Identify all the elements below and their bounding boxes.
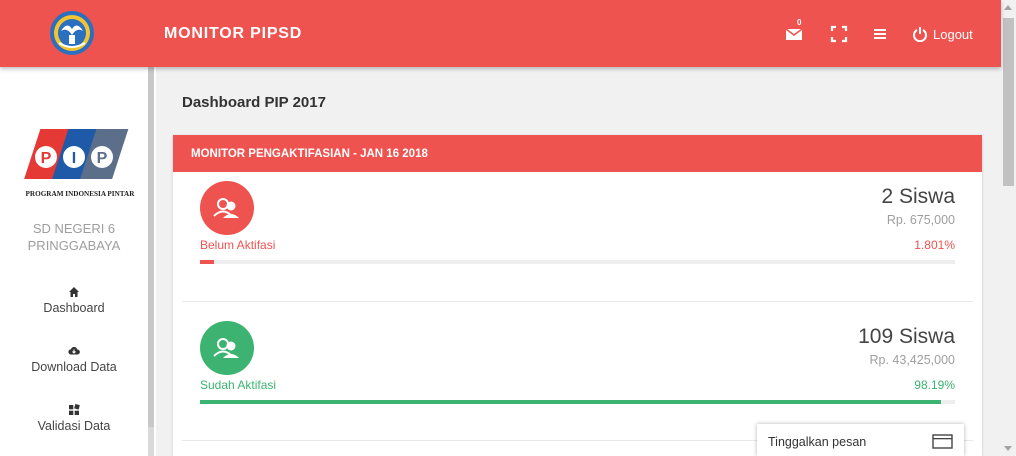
school-name-line-2: PRINGGABAYA	[27, 238, 121, 253]
progress-bar-fill	[200, 400, 942, 404]
progress-bar	[200, 260, 955, 264]
stat-amount: Rp. 43,425,000	[869, 353, 956, 367]
users-icon	[213, 338, 239, 358]
window-icon	[932, 434, 953, 449]
progress-bar	[200, 400, 955, 404]
sidebar-item-label: Download Data	[31, 360, 117, 374]
page-title: Dashboard PIP 2017	[182, 94, 326, 111]
sidebar-item-validasi-data[interactable]: Validasi Data	[0, 404, 148, 433]
stat-percentage: 1.801%	[914, 238, 955, 252]
pip-logo-caption: PROGRAM INDONESIA PINTAR	[26, 190, 136, 198]
chat-widget-label: Tinggalkan pesan	[768, 435, 867, 449]
divider	[182, 301, 973, 302]
stat-icon-circle	[200, 181, 254, 235]
sidebar: P I P PROGRAM INDONESIA PINTAR SD NEGERI…	[0, 67, 156, 456]
logout-label: Logout	[933, 26, 973, 42]
stat-label: Belum Aktifasi	[200, 238, 276, 252]
card-title: MONITOR PENGAKTIFASIAN - JAN 16 2018	[173, 135, 982, 172]
sidebar-item-dashboard[interactable]: Dashboard	[0, 286, 148, 315]
menu-icon[interactable]	[871, 25, 889, 43]
scroll-up-arrow-icon[interactable]	[1004, 5, 1012, 10]
fullscreen-icon[interactable]	[830, 25, 848, 43]
leave-message-widget[interactable]: Tinggalkan pesan	[757, 424, 964, 456]
pip-logo-letter-1: P	[41, 150, 52, 167]
mail-icon[interactable]	[785, 25, 803, 43]
activation-monitor-card: MONITOR PENGAKTIFASIAN - JAN 16 2018 2 S…	[173, 135, 982, 456]
pip-logo: P I P PROGRAM INDONESIA PINTAR	[24, 129, 136, 198]
school-name: SD NEGERI 6 PRINGGABAYA	[0, 220, 148, 254]
sidebar-scrollbar-thumb[interactable]	[148, 67, 154, 427]
users-icon	[213, 198, 239, 218]
power-icon	[913, 27, 927, 42]
stat-label: Sudah Aktifasi	[200, 378, 277, 392]
stat-icon-circle	[200, 321, 254, 375]
tut-wuri-handayani-emblem	[50, 11, 94, 55]
logout-button[interactable]: Logout	[913, 25, 973, 43]
stat-percentage: 98.19%	[914, 378, 955, 392]
sidebar-item-download-data[interactable]: Download Data	[0, 345, 148, 374]
page-scrollbar[interactable]	[1001, 0, 1016, 456]
stat-student-count: 2 Siswa	[881, 185, 955, 208]
scroll-down-arrow-icon[interactable]	[1004, 446, 1012, 451]
cloud-download-icon	[68, 346, 80, 355]
sidebar-item-label: Validasi Data	[37, 419, 111, 433]
pip-logo-letter-3: P	[97, 150, 108, 167]
stat-amount: Rp. 675,000	[886, 213, 955, 227]
home-icon	[69, 287, 79, 297]
school-name-line-1: SD NEGERI 6	[32, 221, 116, 236]
stat-student-count: 109 Siswa	[858, 325, 955, 348]
pip-logo-letter-2: I	[72, 150, 76, 167]
grid-icon	[69, 404, 80, 415]
mail-count-badge: 0	[797, 18, 802, 27]
sidebar-item-label: Dashboard	[43, 301, 105, 315]
page-scrollbar-thumb[interactable]	[1003, 18, 1014, 186]
app-title: MONITOR PIPSD	[164, 25, 303, 42]
top-navbar: MONITOR PIPSD 0 Logout	[0, 0, 1001, 67]
progress-bar-fill	[200, 260, 214, 264]
